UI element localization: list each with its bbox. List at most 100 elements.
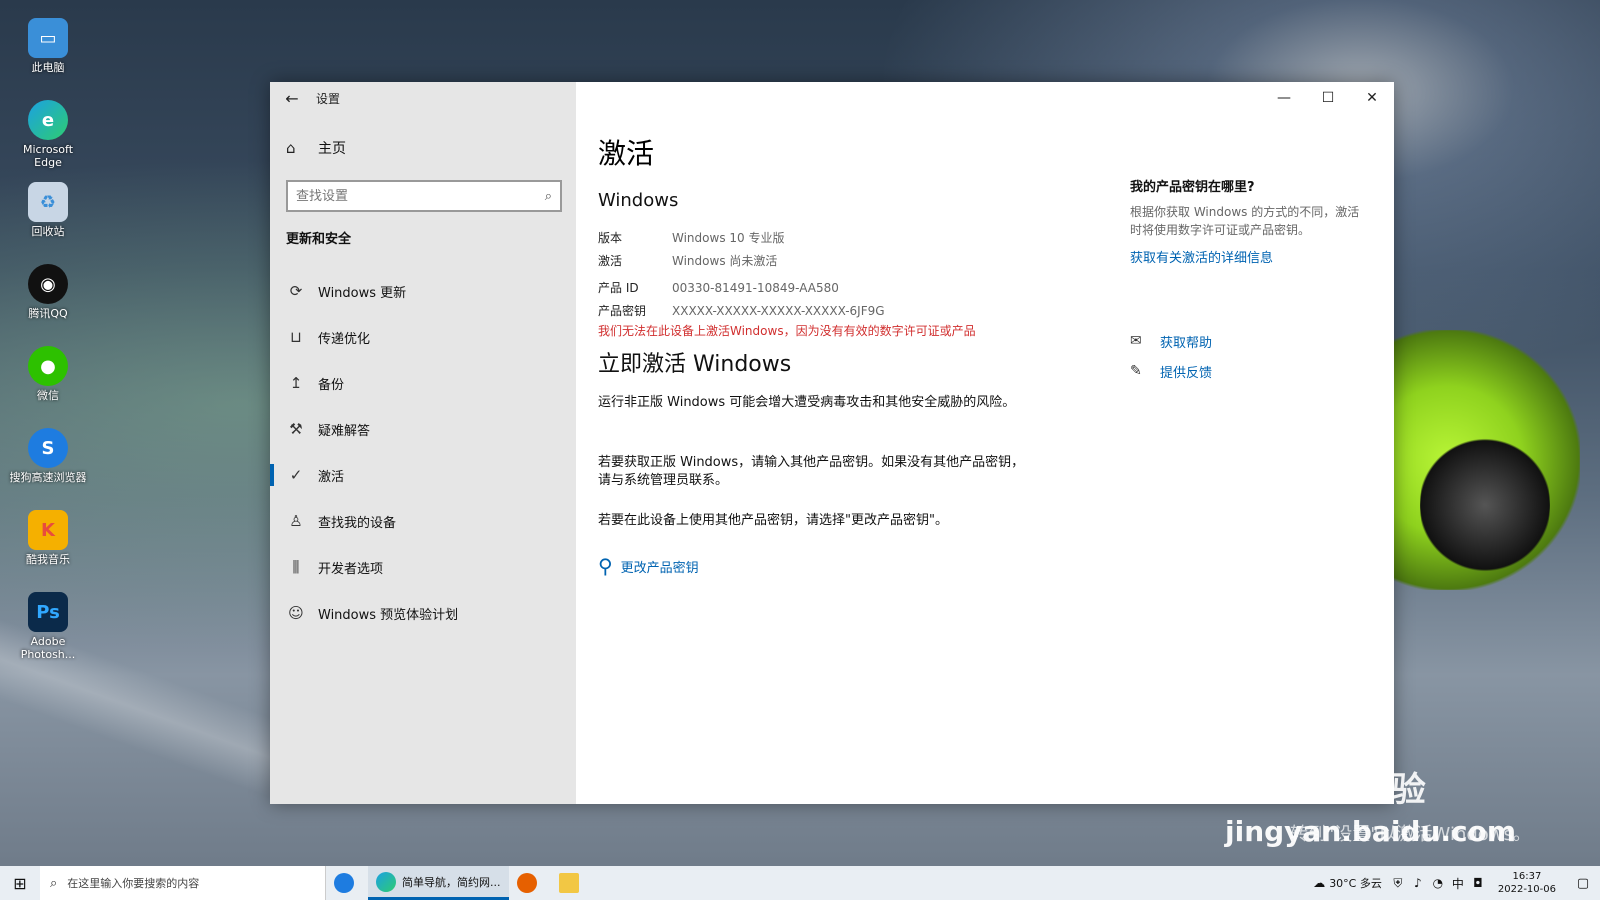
window-title: 设置 [316,91,341,106]
sidebar-item-delivery-optimization[interactable]: ⊔ 传递优化 [270,314,576,360]
app-tray-icon[interactable]: ◘ [1468,876,1488,890]
taskbar: ⊞ ⌕ 简单导航，简约网... ☁ 30°C 多云 ⛨ ♪ ◔ 中 ◘ 16:3… [0,866,1600,900]
product-id-row: 产品 ID 00330-81491-10849-AA580 [598,280,839,296]
search-icon: ⌕ [50,875,58,891]
desktop-icons: ▭ 此电脑 e Microsoft Edge ♻ 回收站 ◉ 腾讯QQ ● 微信… [8,18,88,674]
desktop-icon-edge[interactable]: e Microsoft Edge [8,100,88,182]
product-key-help: 我的产品密钥在哪里? 根据你获取 Windows 的方式的不同，激活时将使用数字… [1130,176,1370,266]
edition-row: 版本 Windows 10 专业版 [598,231,785,245]
arrow-left-icon: ← [285,88,299,108]
help-links: ✉ 获取帮助 ✎ 提供反馈 [1130,326,1212,386]
recycle-bin-icon: ♻ [28,182,68,222]
folder-icon [558,873,579,893]
desktop-icon-photoshop[interactable]: Ps Adobe Photosh... [8,592,88,674]
sidebar-item-find-my-device[interactable]: ♙ 查找我的设备 [270,498,576,544]
settings-search-box: ⌕ [286,180,562,212]
ime-icon[interactable]: 中 [1448,875,1468,892]
notification-icon[interactable]: ▢ [1566,876,1600,891]
watermark-url: jingyan.baidu.com [1225,815,1517,848]
activation-details-link[interactable]: 获取有关激活的详细信息 [1130,247,1370,266]
edge-icon [376,871,396,892]
sidebar-item-activation[interactable]: ✓ 激活 [270,452,576,498]
computer-icon: ▭ [28,18,68,58]
taskbar-search-input[interactable] [67,876,268,890]
back-button[interactable]: ← [270,82,314,114]
desktop-icon-recycle-bin[interactable]: ♻ 回收站 [8,182,88,264]
kuwo-icon: K [28,510,68,550]
wechat-icon: ● [28,346,68,386]
windows-subtitle: Windows [598,190,679,211]
taskbar-file-explorer[interactable] [551,866,593,900]
desktop-icon-this-pc[interactable]: ▭ 此电脑 [8,18,88,100]
security-icon[interactable]: ⛨ [1388,876,1408,891]
start-button[interactable]: ⊞ [0,866,40,900]
section-title: 更新和安全 [286,232,352,247]
home-label: 主页 [318,141,346,157]
desktop-icon-sogou[interactable]: S 搜狗高速浏览器 [8,428,88,510]
search-icon[interactable]: ⌕ [545,189,552,204]
weather-text[interactable]: 30°C 多云 [1329,875,1382,891]
get-genuine-paragraph: 若要获取正版 Windows，请输入其他产品密钥。如果没有其他产品密钥，请与系统… [598,455,1025,488]
delivery-icon: ⊔ [290,328,302,346]
qq-icon: ◉ [28,264,68,304]
product-key-row: 产品密钥 XXXXX-XXXXX-XXXXX-XXXXX-6JF9G [598,303,885,319]
sogou-icon: S [28,428,68,468]
desktop-icon-qq[interactable]: ◉ 腾讯QQ [8,264,88,346]
side-description: 根据你获取 Windows 的方式的不同，激活时将使用数字许可证或产品密钥。 [1130,205,1360,237]
home-link[interactable]: ⌂ 主页 [286,136,346,160]
sidebar-item-troubleshoot[interactable]: ⚒ 疑难解答 [270,406,576,452]
volume-icon[interactable]: ♪ [1408,876,1428,890]
network-icon[interactable]: ◔ [1428,876,1448,890]
sidebar-item-developer-options[interactable]: ⫼ 开发者选项 [270,544,576,590]
sidebar-item-insider-program[interactable]: ☺ Windows 预览体验计划 [270,590,576,636]
sidebar-item-windows-update[interactable]: ⟳ Windows 更新 [270,268,576,314]
activate-heading: 立即激活 Windows [598,352,792,377]
side-heading: 我的产品密钥在哪里? [1130,180,1255,195]
firefox-icon [516,873,537,893]
backup-icon: ↥ [289,374,303,392]
close-button[interactable]: ✕ [1350,82,1394,114]
activation-warning: 我们无法在此设备上激活Windows，因为没有有效的数字许可证或产品 [598,324,976,338]
desktop-icon-wechat[interactable]: ● 微信 [8,346,88,428]
change-product-key-link[interactable]: ⚲ 更改产品密钥 [598,554,699,578]
give-feedback-link[interactable]: ✎ 提供反馈 [1130,356,1212,386]
change-key-paragraph: 若要在此设备上使用其他产品密钥，请选择"更改产品密钥"。 [598,513,948,528]
wallpaper-wheel [1420,420,1550,590]
desktop-icon-kuwo[interactable]: K 酷我音乐 [8,510,88,592]
sidebar-item-backup[interactable]: ↥ 备份 [270,360,576,406]
page-title: 激活 [598,137,655,170]
settings-main: — ☐ ✕ 激活 Windows 版本 Windows 10 专业版 激活 Wi… [576,82,1394,804]
minimize-button[interactable]: — [1262,82,1306,114]
risk-paragraph: 运行非正版 Windows 可能会增大遭受病毒攻击和其他安全威胁的风险。 [598,395,1016,410]
check-circle-icon: ✓ [289,466,303,484]
activation-info: 版本 Windows 10 专业版 激活 Windows 尚未激活 产品 ID … [598,226,885,322]
maximize-button[interactable]: ☐ [1306,82,1350,114]
developer-icon: ⫼ [292,558,300,576]
feedback-icon: ✎ [1130,363,1142,379]
weather-icon: ☁ [1313,876,1326,890]
edge-icon: e [28,100,68,140]
taskbar-edge-window[interactable]: 简单导航，简约网... [368,866,509,900]
windows-logo-icon: ⊞ [13,873,27,893]
clock[interactable]: 16:37 2022-10-06 [1498,870,1556,896]
watermark-brand: Bai du 经验 [1225,770,1426,810]
sidebar-nav: ⟳ Windows 更新 ⊔ 传递优化 ↥ 备份 ⚒ 疑难解答 ✓ 激活 ♙ 查… [270,268,576,636]
activation-row: 激活 Windows 尚未激活 [598,254,778,268]
taskbar-firefox[interactable] [509,866,551,900]
taskbar-sogou[interactable] [326,866,368,900]
taskbar-search: ⌕ [40,866,326,900]
titlebar: ← 设置 [270,82,576,114]
home-icon: ⌂ [286,139,296,157]
settings-search-input[interactable] [296,188,545,204]
settings-window: ← 设置 ⌂ 主页 ⌕ 更新和安全 ⟳ Windows 更新 ⊔ 传递优化 ↥ … [270,82,1394,804]
window-controls: — ☐ ✕ [1262,82,1394,114]
wrench-icon: ⚒ [289,420,303,438]
system-tray: ☁ 30°C 多云 ⛨ ♪ ◔ 中 ◘ 16:37 2022-10-06 ▢ [1309,866,1600,900]
sync-icon: ⟳ [289,282,303,300]
help-chat-icon: ✉ [1130,333,1142,349]
get-help-link[interactable]: ✉ 获取帮助 [1130,326,1212,356]
find-device-icon: ♙ [289,512,303,530]
insider-icon: ☺ [288,604,304,622]
settings-sidebar: ← 设置 ⌂ 主页 ⌕ 更新和安全 ⟳ Windows 更新 ⊔ 传递优化 ↥ … [270,82,576,804]
key-search-icon: ⚲ [598,554,613,578]
